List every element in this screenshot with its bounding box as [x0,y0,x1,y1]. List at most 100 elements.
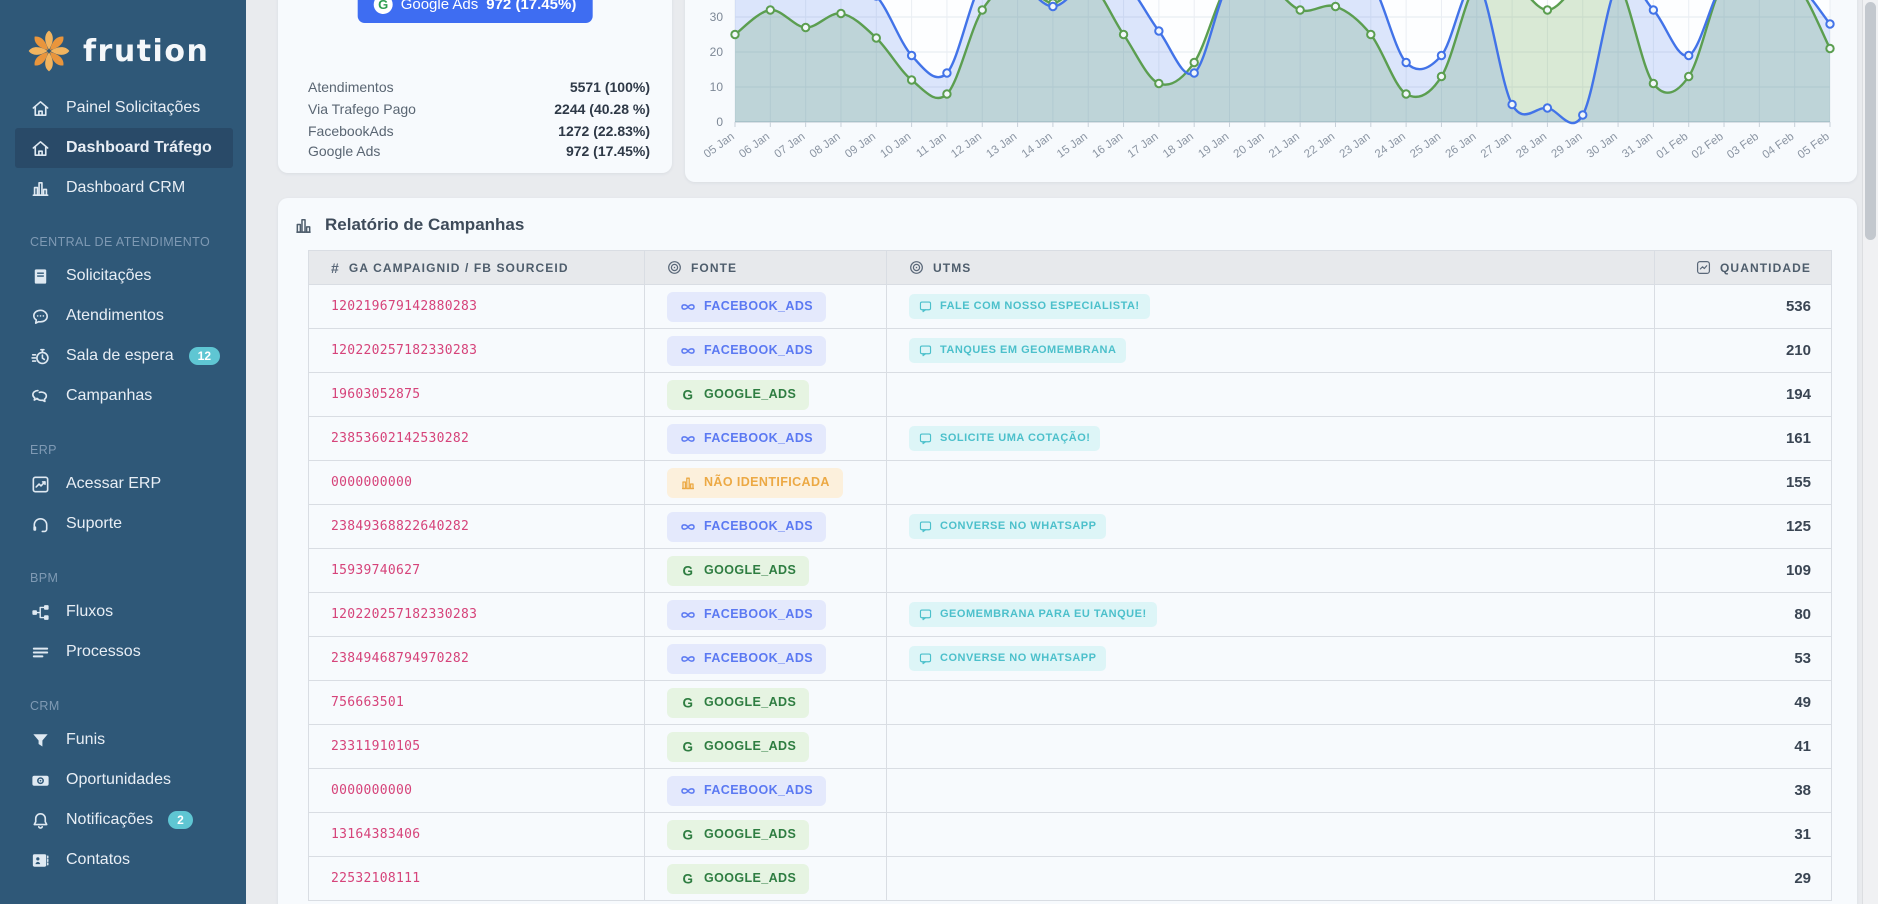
column-header-fonte[interactable]: FONTE [645,251,887,285]
utm-cell [887,681,1655,725]
sidebar-item-label: Fluxos [66,603,113,621]
google-g-icon: G [680,827,696,843]
svg-text:25 Jan: 25 Jan [1408,131,1443,161]
utm-cell [887,857,1655,901]
fonte-badge-facebook-ads: FACEBOOK_ADS [667,644,826,674]
sidebar-item-label: Contatos [66,851,130,869]
table-row: 0000000000FACEBOOK_ADS38 [309,769,1832,813]
svg-text:0: 0 [716,115,723,129]
svg-text:31 Jan: 31 Jan [1620,131,1655,161]
quantidade-cell: 536 [1655,285,1832,329]
svg-text:14 Jan: 14 Jan [1020,131,1055,161]
sidebar-item-painel-solicitacoes[interactable]: Painel Solicitações [0,88,246,128]
sidebar-item-label: Campanhas [66,387,152,405]
column-label: GA CAMPAIGNID / FB SOURCEID [349,261,569,275]
table-row: 23853602142530282FACEBOOK_ADSSOLICITE UM… [309,417,1832,461]
sidebar-item-fluxos[interactable]: Fluxos [0,592,246,632]
column-label: QUANTIDADE [1720,261,1811,275]
sidebar-item-label: Oportunidades [66,771,171,789]
campaign-id-cell[interactable]: 13164383406 [309,813,645,857]
quantidade-cell: 109 [1655,549,1832,593]
quantidade-cell: 41 [1655,725,1832,769]
fonte-badge-google-ads: GGOOGLE_ADS [667,864,809,894]
column-label: FONTE [691,261,737,275]
chat-window-icon [919,608,932,621]
count-badge: 12 [189,347,220,365]
campaign-id-cell[interactable]: 23853602142530282 [309,417,645,461]
sidebar-item-sala-de-espera[interactable]: Sala de espera12 [0,336,246,376]
campaign-report-title: Relatório de Campanhas [292,212,1831,238]
legend-value: 972 (17.45%) [486,0,576,13]
svg-text:27 Jan: 27 Jan [1479,131,1514,161]
quantidade-cell: 53 [1655,637,1832,681]
sidebar-section-erp: ERP [0,443,246,457]
sidebar-item-notificacoes[interactable]: Notificações2 [0,800,246,840]
campaign-id-cell[interactable]: 0000000000 [309,461,645,505]
svg-text:03 Feb: 03 Feb [1725,131,1761,162]
utm-cell: FALE COM NOSSO ESPECIALISTA! [887,285,1655,329]
fonte-badge-facebook-ads: FACEBOOK_ADS [667,292,826,322]
column-header-utms[interactable]: UTMS [887,251,1655,285]
sidebar-item-atendimentos[interactable]: Atendimentos [0,296,246,336]
funnel-icon [30,730,51,751]
fonte-cell: GGOOGLE_ADS [645,373,887,417]
campaign-table-body: 120219679142880283 FACEBOOK_ADS FALE COM N… [309,285,1832,901]
column-header-ga-campaignid-fb-sourceid[interactable]: #GA CAMPAIGNID / FB SOURCEID [309,251,645,285]
campaign-id-cell[interactable]: 120219679142880283 [309,285,645,329]
utm-badge: CONVERSE NO WHATSAPP [909,514,1106,539]
campaign-id-cell[interactable]: 120220257182330283 [309,329,645,373]
campaign-id-cell[interactable]: 756663501 [309,681,645,725]
chart-icon [1696,260,1711,275]
sidebar-item-contatos[interactable]: Contatos [0,840,246,880]
svg-text:10: 10 [710,80,724,94]
stat-row-atendimentos: Atendimentos 5571 (100%) [308,77,650,97]
svg-text:18 Jan: 18 Jan [1161,131,1196,161]
app-root: frution Painel SolicitaçõesDashboard Trá… [0,0,1878,904]
sidebar-item-acessar-erp[interactable]: Acessar ERP [0,464,246,504]
utm-cell [887,725,1655,769]
sidebar-section-bpm: BPM [0,571,246,585]
fonte-cell: FACEBOOK_ADS [645,769,887,813]
campaign-id-cell[interactable]: 120220257182330283 [309,593,645,637]
campaign-id-cell[interactable]: 0000000000 [309,769,645,813]
sidebar-item-campanhas[interactable]: Campanhas [0,376,246,416]
svg-text:G: G [683,695,694,710]
quantidade-cell: 210 [1655,329,1832,373]
bar-chart-icon [680,475,696,491]
sidebar-item-processos[interactable]: Processos [0,632,246,672]
svg-text:11 Jan: 11 Jan [914,131,948,161]
svg-text:17 Jan: 17 Jan [1126,131,1161,161]
logo[interactable]: frution [0,0,246,86]
utm-cell [887,461,1655,505]
meta-icon [680,431,696,447]
book-icon [30,266,51,287]
svg-text:04 Feb: 04 Feb [1760,131,1796,162]
fonte-cell: FACEBOOK_ADS [645,417,887,461]
campaign-id-cell[interactable]: 23849368822640282 [309,505,645,549]
meta-icon [680,651,696,667]
sidebar-item-oportunidades[interactable]: Oportunidades [0,760,246,800]
svg-text:G: G [683,387,694,402]
sidebar-item-funis[interactable]: Funis [0,720,246,760]
sidebar-item-dashboard-crm[interactable]: Dashboard CRM [0,168,246,208]
bell-icon [30,810,51,831]
fonte-cell: FACEBOOK_ADS [645,505,887,549]
campaign-id-cell[interactable]: 22532108111 [309,857,645,901]
sidebar-item-dashboard-trafego[interactable]: Dashboard Tráfego [15,128,233,168]
quantidade-cell: 29 [1655,857,1832,901]
sidebar-item-solicitacoes[interactable]: Solicitações [0,256,246,296]
campaign-id-cell[interactable]: 23849468794970282 [309,637,645,681]
traffic-line-chart[interactable]: 01020304005 Jan06 Jan07 Jan08 Jan09 Jan1… [685,0,1857,182]
campaign-id-cell[interactable]: 23311910105 [309,725,645,769]
vertical-scrollbar[interactable] [1862,0,1878,904]
contact-card-icon [30,850,51,871]
column-header-quantidade[interactable]: QUANTIDADE [1655,251,1832,285]
campaign-id-cell[interactable]: 15939740627 [309,549,645,593]
sidebar-item-suporte[interactable]: Suporte [0,504,246,544]
campaign-id-cell[interactable]: 19603052875 [309,373,645,417]
stat-row-via-trafego-pago: Via Trafego Pago 2244 (40.28 %) [308,99,650,119]
scrollbar-thumb[interactable] [1865,2,1876,240]
fonte-badge-facebook-ads: FACEBOOK_ADS [667,600,826,630]
svg-text:16 Jan: 16 Jan [1090,131,1125,161]
google-ads-legend-button[interactable]: G Google Ads 972 (17.45%) [358,0,593,23]
